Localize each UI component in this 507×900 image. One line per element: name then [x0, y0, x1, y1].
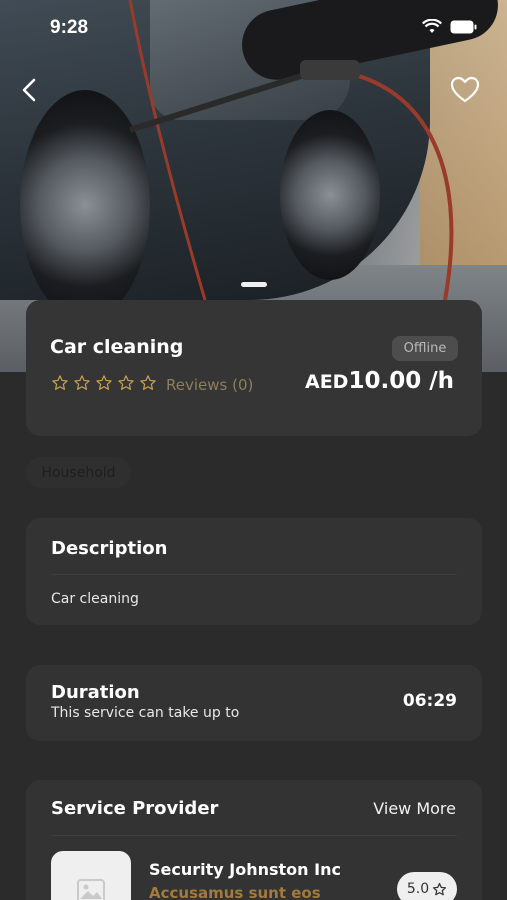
service-title: Car cleaning — [50, 336, 184, 358]
battery-icon — [450, 20, 477, 34]
reviews-link[interactable]: Reviews (0) — [166, 376, 253, 394]
price-currency: AED — [304, 371, 349, 393]
status-bar: 9:28 — [0, 0, 507, 56]
star-icon — [52, 375, 68, 390]
rating-stars — [51, 374, 157, 392]
description-card: Description Car cleaning — [26, 518, 482, 625]
provider-rating-value: 5.0 — [406, 881, 430, 897]
duration-card: Duration This service can take up to 06:… — [26, 665, 482, 741]
description-title: Description — [51, 538, 168, 559]
service-header-card: Car cleaning Offline Reviews (0) AED10.0… — [26, 300, 482, 436]
description-text: Car cleaning — [51, 591, 139, 607]
divider — [51, 835, 457, 836]
star-icon — [140, 375, 156, 390]
image-placeholder-icon — [77, 879, 105, 900]
provider-rating-badge: 5.0 — [397, 872, 457, 900]
provider-section-title: Service Provider — [51, 798, 219, 819]
category-chip[interactable]: Household — [26, 457, 131, 488]
provider-subtitle: Accusamus sunt eos — [149, 884, 321, 900]
favorite-heart-icon[interactable] — [450, 76, 480, 104]
service-price: AED10.00 /h — [305, 368, 454, 394]
price-amount: 10.00 /h — [348, 368, 454, 394]
service-provider-card: Service Provider View More Security John… — [26, 780, 482, 900]
provider-avatar[interactable] — [51, 851, 131, 900]
wifi-icon — [422, 19, 442, 33]
back-chevron-icon[interactable] — [16, 76, 44, 104]
duration-subtitle: This service can take up to — [51, 705, 240, 721]
status-time: 9:28 — [50, 17, 89, 38]
duration-title: Duration — [51, 682, 140, 703]
view-more-link[interactable]: View More — [373, 799, 456, 818]
duration-value: 06:29 — [402, 691, 457, 711]
divider — [51, 574, 457, 575]
star-icon — [96, 375, 112, 390]
provider-name[interactable]: Security Johnston Inc — [149, 860, 341, 879]
carousel-indicator — [241, 282, 267, 287]
status-badge: Offline — [392, 336, 458, 361]
star-icon — [74, 375, 90, 390]
star-icon — [118, 375, 134, 390]
star-icon — [433, 882, 447, 895]
